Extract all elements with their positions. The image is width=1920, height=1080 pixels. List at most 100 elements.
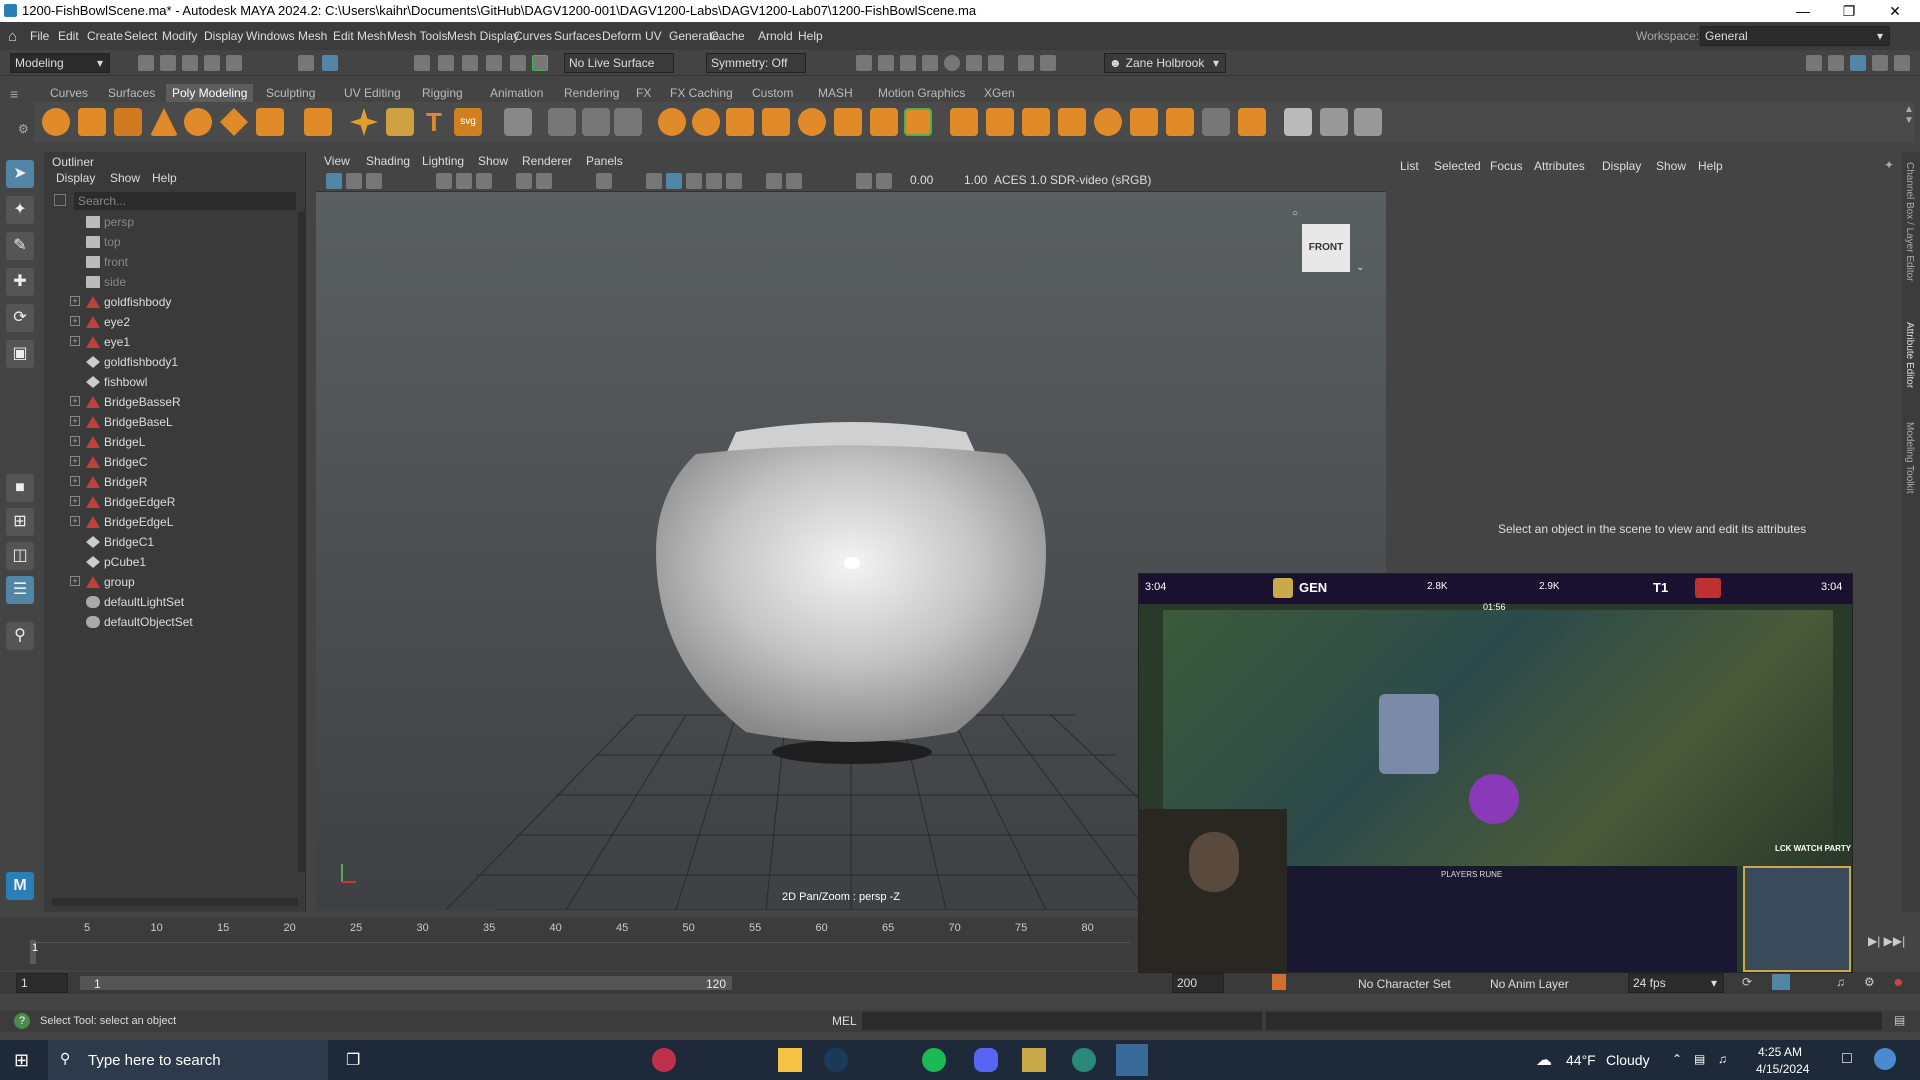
bookmark-icon[interactable] xyxy=(366,173,382,189)
volume-icon[interactable]: ♫ xyxy=(1718,1052,1727,1066)
type-text-icon[interactable]: T xyxy=(420,108,448,136)
loop-icon[interactable]: ⟳ xyxy=(1742,975,1752,989)
four-view-icon[interactable]: ⊞ xyxy=(6,508,34,536)
end-frame-field[interactable]: 200 xyxy=(1172,973,1224,993)
stream-overlay-window[interactable]: 3:04 GEN 2.8K 2.9K T1 3:04 01:56 LCK WAT… xyxy=(1138,573,1853,973)
outliner-search-input[interactable]: Search... xyxy=(74,192,296,210)
menu-mesh-display[interactable]: Mesh Display xyxy=(447,29,519,43)
arnold-ipr-icon[interactable] xyxy=(988,55,1004,71)
viewport-menu-shading[interactable]: Shading xyxy=(366,154,410,168)
inner-end-frame[interactable]: 120 xyxy=(706,977,726,991)
motion-blur-icon[interactable] xyxy=(856,173,872,189)
side-tab-channel-box[interactable]: Channel Box / Layer Editor xyxy=(1904,162,1915,282)
search-icon[interactable]: ⚲ xyxy=(6,622,34,650)
game-app-icon[interactable] xyxy=(652,1048,676,1072)
isolate-select-icon[interactable] xyxy=(766,173,782,189)
menu-surfaces[interactable]: Surfaces xyxy=(554,29,601,43)
menu-edit[interactable]: Edit xyxy=(58,29,79,43)
single-view-icon[interactable]: ■ xyxy=(6,474,34,502)
outliner-layout-icon[interactable]: ☰ xyxy=(6,576,34,604)
expand-icon[interactable]: + xyxy=(70,476,80,486)
menu-deform[interactable]: Deform xyxy=(602,29,641,43)
side-by-side-icon[interactable]: ◫ xyxy=(6,542,34,570)
user-account-dropdown[interactable]: ☻ Zane Holbrook ▾ xyxy=(1104,53,1226,73)
viewport-menu-panels[interactable]: Panels xyxy=(586,154,623,168)
outliner-item-front[interactable]: front xyxy=(44,252,284,272)
notification-icon[interactable]: □ xyxy=(1842,1050,1852,1068)
textured-icon[interactable] xyxy=(686,173,702,189)
viewport-menu-view[interactable]: View xyxy=(324,154,350,168)
mel-label[interactable]: MEL xyxy=(832,1014,857,1028)
menu-select[interactable]: Select xyxy=(124,29,157,43)
outliner-item-fishbowl[interactable]: fishbowl xyxy=(44,372,284,392)
outliner-item-goldfishbody1[interactable]: goldfishbody1 xyxy=(44,352,284,372)
sound-icon[interactable]: ♫ xyxy=(1836,975,1845,989)
expand-icon[interactable]: + xyxy=(70,416,80,426)
target-weld-icon[interactable] xyxy=(1058,108,1086,136)
resolution-gate-icon[interactable] xyxy=(596,173,612,189)
poly-cylinder-icon[interactable] xyxy=(114,108,142,136)
arnold-render-icon[interactable] xyxy=(966,55,982,71)
menu-uv[interactable]: UV xyxy=(645,29,662,43)
menu-edit-mesh[interactable]: Edit Mesh xyxy=(333,29,386,43)
ambient-occlusion-icon[interactable] xyxy=(786,173,802,189)
extrude-icon[interactable] xyxy=(726,108,754,136)
outliner-menu-help[interactable]: Help xyxy=(152,171,177,185)
boolean-difference-icon[interactable] xyxy=(692,108,720,136)
select-tool-icon[interactable]: ➤ xyxy=(6,160,34,188)
attribute-menu-focus[interactable]: Focus xyxy=(1490,159,1523,173)
select-hierarchy-icon[interactable] xyxy=(298,55,314,71)
expand-icon[interactable]: + xyxy=(70,296,80,306)
spotify-icon[interactable] xyxy=(922,1048,946,1072)
multi-cut-icon[interactable] xyxy=(904,108,932,136)
sweep-mesh-icon[interactable] xyxy=(386,108,414,136)
viewport-menu-renderer[interactable]: Renderer xyxy=(522,154,572,168)
shelf-tab-custom[interactable]: Custom xyxy=(746,84,799,102)
menu-arnold[interactable]: Arnold xyxy=(758,29,793,43)
range-bar[interactable] xyxy=(80,976,732,990)
shelf-tab-rigging[interactable]: Rigging xyxy=(416,84,469,102)
bevel-icon[interactable] xyxy=(798,108,826,136)
live-surface-field[interactable]: No Live Surface xyxy=(564,53,674,73)
transfer-icon[interactable] xyxy=(1320,108,1348,136)
outliner-item-group[interactable]: + group xyxy=(44,572,284,592)
snap-curve-icon[interactable] xyxy=(438,55,454,71)
animation-prefs-icon[interactable]: ⚙ xyxy=(1864,975,1875,989)
layout-icon[interactable] xyxy=(1806,55,1822,71)
restore-icon[interactable]: ❐ xyxy=(1826,0,1872,22)
shelf-menu-icon[interactable]: ≡ xyxy=(10,86,28,102)
offset-edge-loop-icon[interactable] xyxy=(986,108,1014,136)
filter-icon[interactable] xyxy=(54,194,66,206)
menu-curves[interactable]: Curves xyxy=(514,29,552,43)
expand-icon[interactable]: + xyxy=(70,456,80,466)
character-set-dropdown[interactable]: No Character Set xyxy=(1358,977,1451,991)
poly-sphere-icon[interactable] xyxy=(42,108,70,136)
valorant-icon[interactable] xyxy=(1072,1048,1096,1072)
poly-cone-icon[interactable] xyxy=(150,108,178,136)
snap-view-icon[interactable] xyxy=(486,55,502,71)
shelf-tab-animation[interactable]: Animation xyxy=(484,84,549,102)
anti-alias-icon[interactable] xyxy=(876,173,892,189)
outliner-item-eye1[interactable]: + eye1 xyxy=(44,332,284,352)
shelf-tab-mash[interactable]: MASH xyxy=(812,84,859,102)
xray-icon[interactable] xyxy=(646,173,662,189)
attribute-menu-list[interactable]: List xyxy=(1400,159,1419,173)
uv-editor-icon[interactable] xyxy=(1202,108,1230,136)
mode-dropdown[interactable]: Modeling ▾ xyxy=(10,53,110,73)
file-explorer-icon[interactable] xyxy=(778,1048,802,1072)
outliner-item-defaultlightset[interactable]: defaultLightSet xyxy=(44,592,284,612)
clock-date[interactable]: 4/15/2024 xyxy=(1756,1062,1809,1076)
close-icon[interactable]: ✕ xyxy=(1872,0,1918,22)
view-cube[interactable]: FRONT xyxy=(1302,224,1350,272)
paint-select-icon[interactable]: ✎ xyxy=(6,232,34,260)
menu-display[interactable]: Display xyxy=(204,29,243,43)
scale-tool-icon[interactable]: ▣ xyxy=(6,340,34,368)
fps-dropdown[interactable]: 24 fps ▾ xyxy=(1628,973,1724,993)
shaded-icon[interactable] xyxy=(666,173,682,189)
select-camera-icon[interactable] xyxy=(326,173,342,189)
tray-overflow-icon[interactable]: ⌃ xyxy=(1672,1052,1682,1066)
outliner-item-goldfishbody[interactable]: + goldfishbody xyxy=(44,292,284,312)
render-view-icon[interactable] xyxy=(922,55,938,71)
boolean-union-icon[interactable] xyxy=(658,108,686,136)
poly-plane-icon[interactable] xyxy=(220,108,248,136)
